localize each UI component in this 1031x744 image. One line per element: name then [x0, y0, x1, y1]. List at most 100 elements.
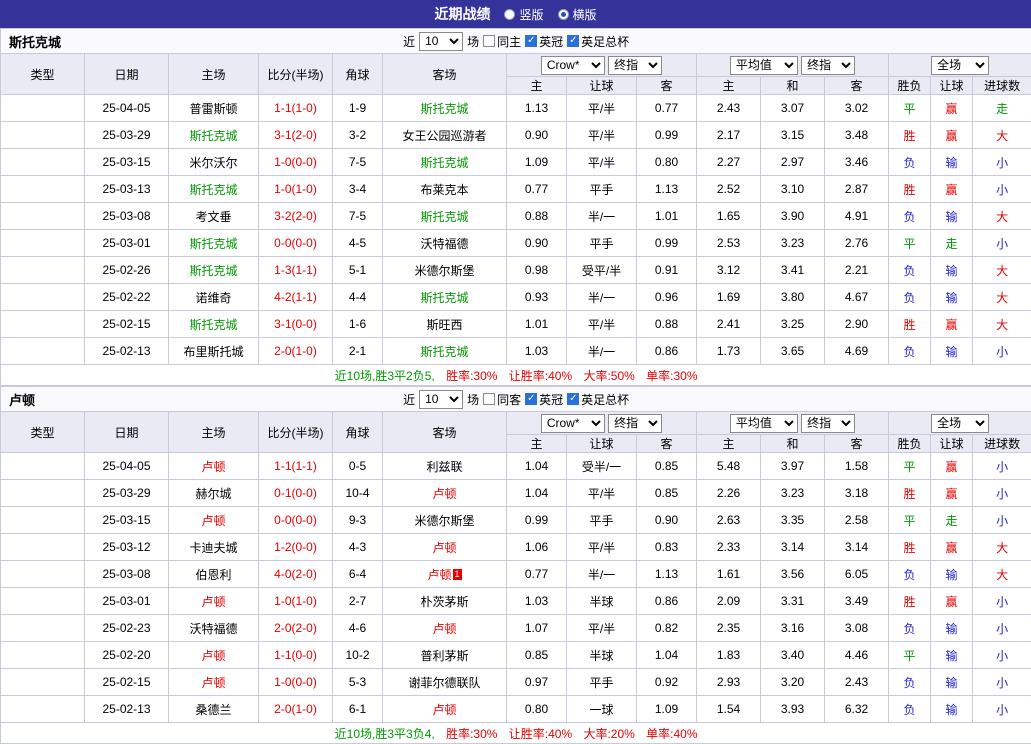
home-team-cell[interactable]: 桑德兰	[169, 696, 259, 723]
home-team-link[interactable]: 米尔沃尔	[189, 156, 237, 170]
layout-option-horizontal[interactable]: 横版	[558, 6, 597, 23]
league-checkbox[interactable]	[525, 393, 537, 405]
home-team-cell[interactable]: 斯托克城	[169, 257, 259, 284]
home-team-cell[interactable]: 赫尔城	[169, 480, 259, 507]
odds-company-select[interactable]: Crow*	[541, 414, 605, 433]
score-cell[interactable]: 1-2(0-0)	[259, 534, 333, 561]
score-cell[interactable]: 1-1(1-0)	[259, 95, 333, 122]
score-cell[interactable]: 2-0(1-0)	[259, 696, 333, 723]
home-team-link[interactable]: 伯恩利	[195, 568, 231, 582]
away-team-cell[interactable]: 谢菲尔德联队	[383, 669, 507, 696]
average-index-select[interactable]: 终指	[801, 56, 855, 75]
score-cell[interactable]: 2-0(1-0)	[259, 338, 333, 365]
venue-filter[interactable]: 同主	[483, 33, 521, 50]
score-link[interactable]: 2-0(2-0)	[274, 621, 317, 635]
score-cell[interactable]: 0-0(0-0)	[259, 230, 333, 257]
score-cell[interactable]: 1-1(1-1)	[259, 453, 333, 480]
score-link[interactable]: 2-0(1-0)	[274, 344, 317, 358]
away-team-cell[interactable]: 斯托克城	[383, 149, 507, 176]
score-link[interactable]: 1-2(0-0)	[274, 540, 317, 554]
venue-checkbox[interactable]	[483, 393, 495, 405]
home-team-cell[interactable]: 伯恩利	[169, 561, 259, 588]
home-team-link[interactable]: 卢顿	[201, 649, 225, 663]
score-cell[interactable]: 3-1(0-0)	[259, 311, 333, 338]
home-team-link[interactable]: 斯托克城	[189, 183, 237, 197]
home-team-link[interactable]: 斯托克城	[189, 237, 237, 251]
score-cell[interactable]: 2-0(2-0)	[259, 615, 333, 642]
away-team-link[interactable]: 沃特福德	[420, 237, 468, 251]
score-link[interactable]: 4-0(2-0)	[274, 567, 317, 581]
score-cell[interactable]: 1-3(1-1)	[259, 257, 333, 284]
home-team-cell[interactable]: 考文垂	[169, 203, 259, 230]
score-link[interactable]: 1-0(0-0)	[274, 155, 317, 169]
away-team-cell[interactable]: 卢顿	[383, 615, 507, 642]
score-link[interactable]: 4-2(1-1)	[274, 290, 317, 304]
score-link[interactable]: 1-0(0-0)	[274, 675, 317, 689]
home-team-cell[interactable]: 米尔沃尔	[169, 149, 259, 176]
away-team-link[interactable]: 斯托克城	[420, 156, 468, 170]
away-team-link[interactable]: 斯旺西	[426, 318, 462, 332]
cup-filter[interactable]: 英足总杯	[567, 33, 629, 50]
score-cell[interactable]: 4-2(1-1)	[259, 284, 333, 311]
away-team-cell[interactable]: 普利茅斯	[383, 642, 507, 669]
average-select[interactable]: 平均值	[730, 56, 798, 75]
home-team-cell[interactable]: 斯托克城	[169, 176, 259, 203]
recent-count-select[interactable]: 10	[419, 390, 463, 409]
home-team-cell[interactable]: 沃特福德	[169, 615, 259, 642]
home-team-cell[interactable]: 卢顿	[169, 507, 259, 534]
score-link[interactable]: 3-2(2-0)	[274, 209, 317, 223]
cup-filter[interactable]: 英足总杯	[567, 391, 629, 408]
score-link[interactable]: 1-1(1-0)	[274, 101, 317, 115]
away-team-link[interactable]: 朴茨茅斯	[420, 595, 468, 609]
home-team-cell[interactable]: 卢顿	[169, 453, 259, 480]
away-team-link[interactable]: 斯托克城	[420, 291, 468, 305]
home-team-cell[interactable]: 普雷斯顿	[169, 95, 259, 122]
league-filter[interactable]: 英冠	[525, 33, 563, 50]
cup-checkbox[interactable]	[567, 35, 579, 47]
home-team-link[interactable]: 卢顿	[201, 460, 225, 474]
home-team-link[interactable]: 桑德兰	[195, 703, 231, 717]
home-team-cell[interactable]: 卡迪夫城	[169, 534, 259, 561]
away-team-link[interactable]: 斯托克城	[420, 345, 468, 359]
away-team-link[interactable]: 女王公园巡游者	[402, 129, 486, 143]
scope-select[interactable]: 全场	[931, 56, 989, 75]
league-checkbox[interactable]	[525, 35, 537, 47]
score-link[interactable]: 1-1(0-0)	[274, 648, 317, 662]
home-team-cell[interactable]: 诺维奇	[169, 284, 259, 311]
odds-index-select[interactable]: 终指	[608, 414, 662, 433]
home-team-cell[interactable]: 布里斯托城	[169, 338, 259, 365]
home-team-link[interactable]: 考文垂	[195, 210, 231, 224]
away-team-link[interactable]: 卢顿	[432, 703, 456, 717]
away-team-link[interactable]: 米德尔斯堡	[414, 264, 474, 278]
venue-filter[interactable]: 同客	[483, 391, 521, 408]
away-team-cell[interactable]: 斯托克城	[383, 284, 507, 311]
away-team-link[interactable]: 卢顿	[427, 568, 451, 582]
home-team-cell[interactable]: 斯托克城	[169, 230, 259, 257]
home-team-link[interactable]: 卡迪夫城	[189, 541, 237, 555]
away-team-cell[interactable]: 斯托克城	[383, 338, 507, 365]
away-team-link[interactable]: 卢顿	[432, 622, 456, 636]
away-team-cell[interactable]: 斯托克城	[383, 95, 507, 122]
radio-unselected-icon[interactable]	[504, 9, 515, 20]
score-link[interactable]: 3-1(0-0)	[274, 317, 317, 331]
home-team-cell[interactable]: 斯托克城	[169, 311, 259, 338]
home-team-link[interactable]: 斯托克城	[189, 264, 237, 278]
odds-company-select[interactable]: Crow*	[541, 56, 605, 75]
away-team-link[interactable]: 普利茅斯	[420, 649, 468, 663]
home-team-link[interactable]: 卢顿	[201, 676, 225, 690]
score-link[interactable]: 0-0(0-0)	[274, 513, 317, 527]
home-team-cell[interactable]: 斯托克城	[169, 122, 259, 149]
layout-option-vertical[interactable]: 竖版	[504, 6, 543, 23]
score-cell[interactable]: 0-0(0-0)	[259, 507, 333, 534]
away-team-link[interactable]: 布莱克本	[420, 183, 468, 197]
away-team-cell[interactable]: 卢顿	[383, 696, 507, 723]
away-team-cell[interactable]: 卢顿1	[383, 561, 507, 588]
away-team-link[interactable]: 斯托克城	[420, 102, 468, 116]
away-team-cell[interactable]: 米德尔斯堡	[383, 507, 507, 534]
score-link[interactable]: 0-0(0-0)	[274, 236, 317, 250]
score-cell[interactable]: 0-1(0-0)	[259, 480, 333, 507]
home-team-link[interactable]: 斯托克城	[189, 318, 237, 332]
home-team-link[interactable]: 斯托克城	[189, 129, 237, 143]
away-team-link[interactable]: 卢顿	[432, 487, 456, 501]
home-team-cell[interactable]: 卢顿	[169, 669, 259, 696]
